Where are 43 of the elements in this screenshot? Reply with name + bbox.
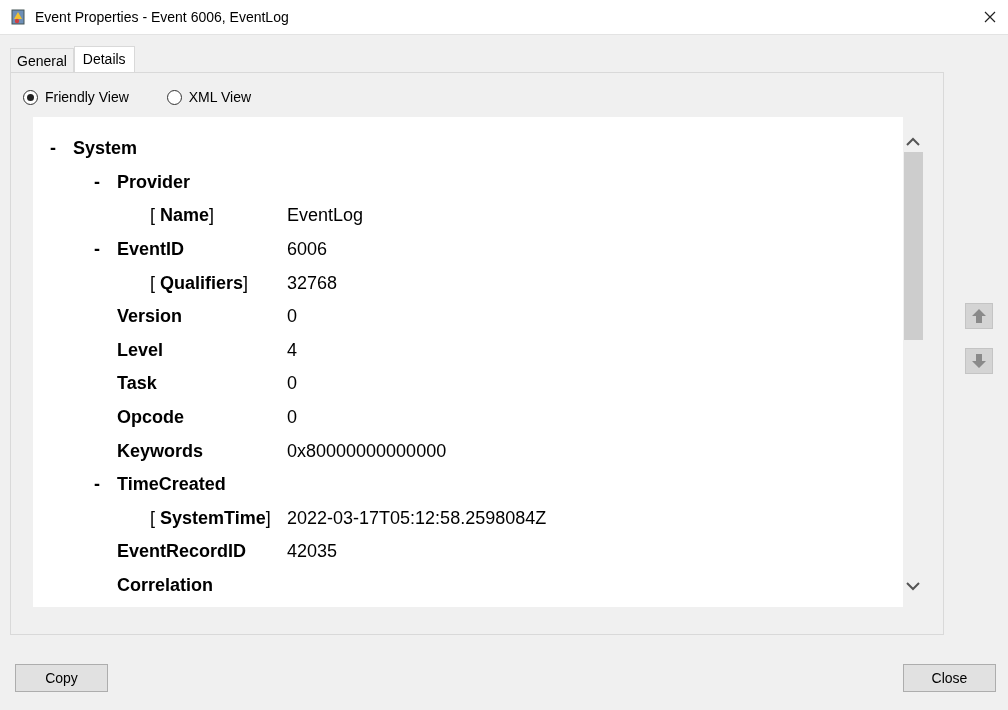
node-value: 42035: [286, 541, 338, 563]
radio-button[interactable]: [23, 89, 38, 105]
node-value: EventLog: [286, 205, 364, 227]
node-label: EventRecordID: [117, 541, 247, 563]
node-label: Correlation: [117, 575, 213, 596]
node-value: 0: [286, 407, 297, 429]
node-value: 0: [286, 373, 297, 395]
dialog-button[interactable]: Copy: [15, 664, 108, 692]
radio-label[interactable]: XML View: [188, 89, 252, 105]
node-label: TimeCreated: [117, 474, 226, 496]
collapse-toggle[interactable]: -: [50, 138, 73, 160]
collapse-toggle[interactable]: -: [94, 171, 117, 193]
node-label: Level: [117, 339, 164, 361]
node-label: Keywords: [117, 440, 204, 462]
node-label: Provider: [117, 171, 191, 193]
window-title: Event Properties - Event 6006, EventLog: [35, 9, 290, 25]
attribute-label: [ Name]: [150, 205, 215, 227]
node-value: 4: [286, 339, 297, 361]
down-arrow-icon: [971, 353, 987, 369]
attribute-label: [ Qualifiers]: [150, 272, 249, 294]
node-value: 2022-03-17T05:12:58.2598084Z: [286, 507, 547, 529]
scrollbar-thumb[interactable]: [903, 152, 923, 340]
node-label: System: [73, 138, 138, 160]
node-value: 32768: [286, 272, 338, 294]
up-arrow-icon: [971, 308, 987, 324]
collapse-toggle[interactable]: -: [94, 474, 117, 496]
node-value: 6006: [286, 239, 328, 261]
node-label: Task: [117, 373, 157, 395]
collapse-toggle[interactable]: -: [94, 239, 117, 261]
scroll-up-icon[interactable]: [906, 137, 920, 147]
node-label: Version: [117, 306, 183, 328]
attribute-label: [ SystemTime]: [150, 507, 271, 529]
node-label: EventID: [117, 239, 185, 261]
tab[interactable]: Details: [73, 46, 135, 72]
dialog-button[interactable]: Close: [903, 664, 996, 692]
close-icon[interactable]: [984, 11, 996, 23]
node-value: 0: [286, 306, 297, 328]
tab[interactable]: General: [10, 48, 74, 72]
radio-button[interactable]: [166, 89, 182, 105]
node-value: 0x80000000000000: [286, 440, 447, 462]
scroll-down-icon[interactable]: [906, 581, 920, 591]
radio-label[interactable]: Friendly View: [45, 89, 129, 105]
node-label: Opcode: [117, 407, 184, 429]
